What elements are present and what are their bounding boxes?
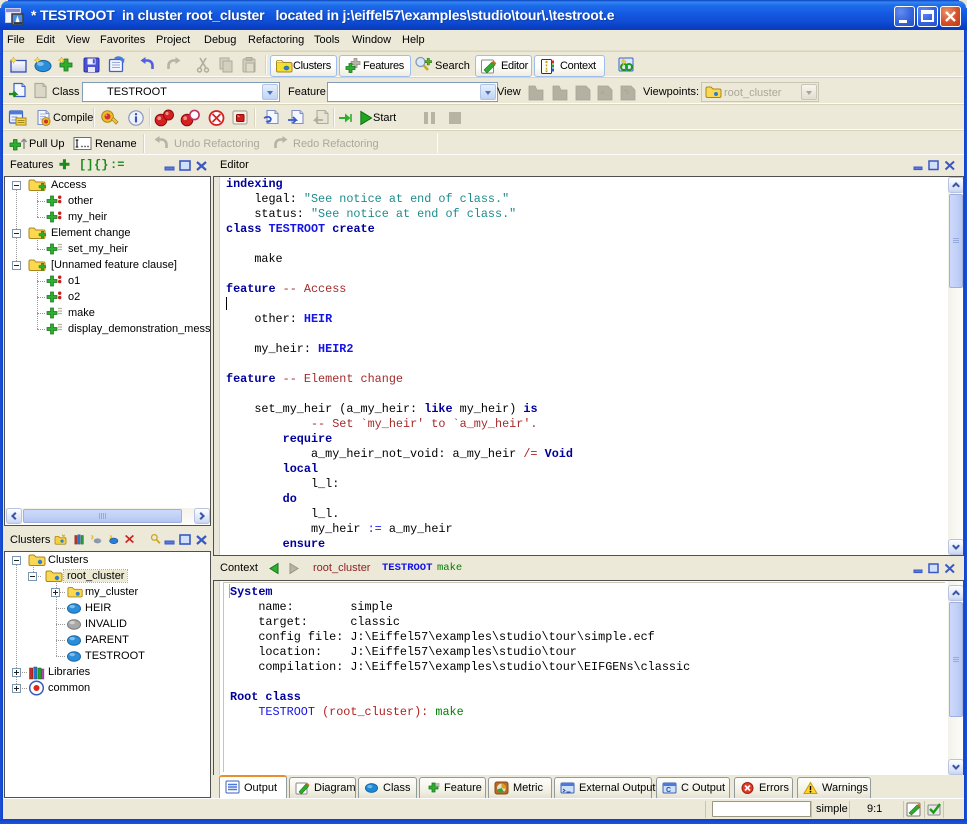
svg-text:C: C xyxy=(666,787,671,794)
